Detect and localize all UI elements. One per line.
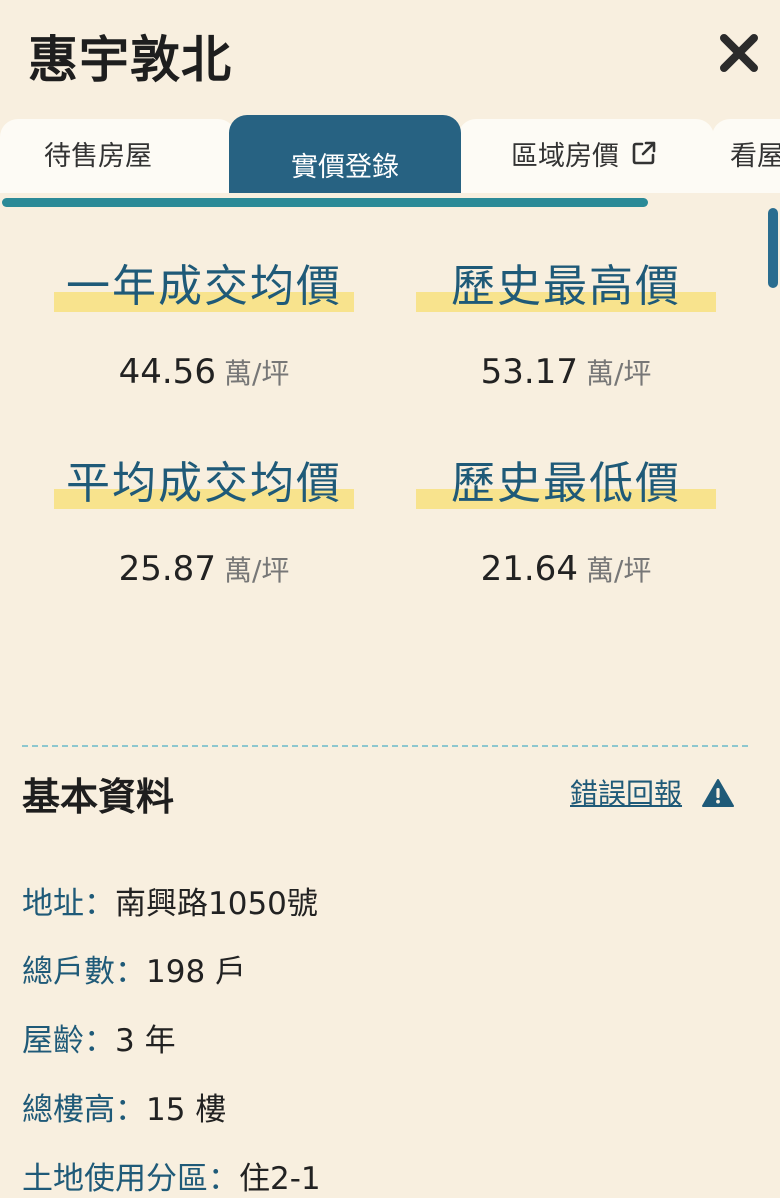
stat-historical-low: 歷史最低價 21.64 萬/坪 [416, 447, 716, 589]
tab-underline [2, 198, 648, 207]
section-title: 基本資料 [22, 775, 175, 819]
header: 惠宇敦北 [0, 0, 780, 110]
stat-unit: 萬/坪 [585, 357, 652, 390]
tab-viewing[interactable]: 看屋 [712, 119, 780, 193]
stat-value: 25.87 [118, 549, 216, 589]
close-icon [720, 34, 758, 72]
info-row-address: 地址：南興路1050號 [22, 878, 318, 923]
tab-bar: 待售房屋 實價登錄 區域房價 看屋 [0, 115, 780, 195]
stat-historical-high: 歷史最高價 53.17 萬/坪 [416, 250, 716, 392]
stat-value: 44.56 [118, 352, 216, 392]
stat-unit: 萬/坪 [223, 554, 290, 587]
info-label: 屋齡： [22, 1023, 115, 1059]
section-divider [22, 745, 748, 747]
info-value: 住2-1 [239, 1161, 321, 1197]
external-link-icon [632, 141, 656, 165]
stat-one-year-average: 一年成交均價 44.56 萬/坪 [54, 250, 354, 392]
warning-icon[interactable] [702, 778, 734, 808]
info-label: 總樓高： [22, 1092, 146, 1128]
error-report-link[interactable]: 錯誤回報 [570, 772, 682, 812]
info-value: 198 戶 [146, 954, 247, 990]
stat-title: 平均成交均價 [66, 458, 342, 509]
info-value: 南興路1050號 [115, 886, 318, 922]
tab-label: 區域房價 [511, 140, 619, 172]
tab-label: 待售房屋 [44, 140, 152, 172]
scrollbar[interactable] [768, 208, 778, 288]
stat-title: 歷史最高價 [451, 261, 681, 312]
stat-title: 一年成交均價 [66, 261, 342, 312]
tab-for-sale[interactable]: 待售房屋 [0, 119, 236, 193]
tab-label: 實價登錄 [291, 151, 399, 183]
stat-value: 21.64 [480, 549, 578, 589]
stat-unit: 萬/坪 [223, 357, 290, 390]
close-button[interactable] [714, 28, 764, 78]
page: 惠宇敦北 待售房屋 實價登錄 區域房價 看屋 一年成交均價 44.56 萬/坪 … [0, 0, 780, 1198]
info-row-households: 總戶數：198 戶 [22, 946, 246, 991]
info-row-land-zoning: 土地使用分區：住2-1 [22, 1153, 321, 1198]
stat-value: 53.17 [480, 352, 578, 392]
info-label: 地址： [22, 886, 115, 922]
info-row-building-age: 屋齡：3 年 [22, 1015, 176, 1060]
info-label: 總戶數： [22, 954, 146, 990]
page-title: 惠宇敦北 [28, 31, 232, 89]
info-label: 土地使用分區： [22, 1161, 239, 1197]
stat-title: 歷史最低價 [451, 458, 681, 509]
info-value: 15 樓 [146, 1092, 227, 1128]
stat-unit: 萬/坪 [585, 554, 652, 587]
tab-label: 看屋 [730, 140, 780, 172]
tab-transactions[interactable]: 實價登錄 [229, 115, 461, 193]
stat-overall-average: 平均成交均價 25.87 萬/坪 [54, 447, 354, 589]
tab-area-prices[interactable]: 區域房價 [458, 119, 714, 193]
info-value: 3 年 [115, 1023, 176, 1059]
info-row-total-floors: 總樓高：15 樓 [22, 1084, 226, 1129]
